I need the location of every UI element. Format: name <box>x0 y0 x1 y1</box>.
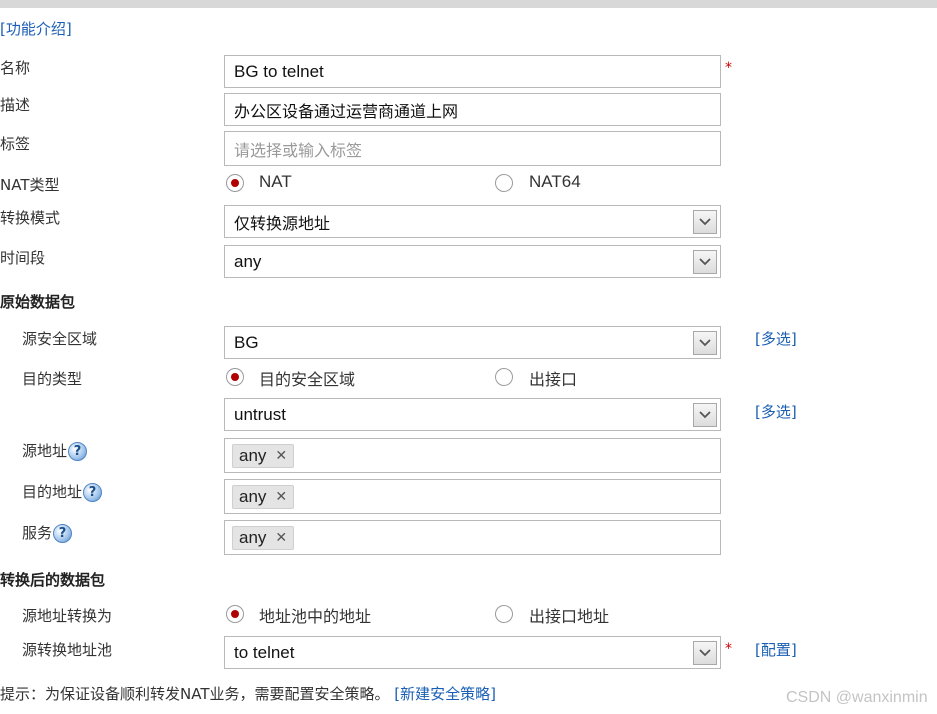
service-tag: any ✕ <box>232 525 295 550</box>
help-icon[interactable]: ? <box>68 442 88 461</box>
src-addr-tag-text: any <box>239 445 267 465</box>
nat-type-label: NAT类型 <box>0 176 60 194</box>
chevron-down-icon[interactable] <box>693 402 717 427</box>
service-tag-text: any <box>239 527 267 547</box>
radio-nat-label: NAT <box>259 172 292 191</box>
src-addr-tag: any ✕ <box>232 443 295 468</box>
mode-value: 仅转换源地址 <box>234 213 331 233</box>
translated-packet-heading: 转换后的数据包 <box>0 571 106 589</box>
required-marker: * <box>725 641 732 657</box>
time-value: any <box>234 251 262 271</box>
watermark: CSDN @wanxinmin <box>786 689 928 706</box>
desc-label: 描述 <box>0 96 31 114</box>
help-icon[interactable]: ? <box>83 483 103 502</box>
chevron-down-icon[interactable] <box>693 330 717 355</box>
radio-nat[interactable] <box>226 174 244 192</box>
intro-link[interactable]: [功能介绍] <box>0 18 72 39</box>
service-label: 服务 <box>22 524 53 542</box>
src-zone-value: BG <box>234 332 259 352</box>
remove-tag-icon[interactable]: ✕ <box>275 490 287 504</box>
help-icon[interactable]: ? <box>53 524 73 543</box>
dst-type-label: 目的类型 <box>22 370 83 388</box>
mode-label: 转换模式 <box>0 209 61 227</box>
tag-placeholder: 请选择或输入标签 <box>234 140 363 160</box>
footer-tip-wrap: 提示：为保证设备顺利转发NAT业务，需要配置安全策略。 [新建安全策略] <box>0 683 496 704</box>
src-zone-select[interactable]: BG <box>224 326 721 359</box>
chevron-down-icon[interactable] <box>693 249 717 274</box>
radio-pool-address[interactable] <box>226 605 244 623</box>
tag-label: 标签 <box>0 135 31 153</box>
service-input[interactable]: any ✕ <box>224 520 721 555</box>
name-label: 名称 <box>0 59 31 77</box>
mode-select[interactable]: 仅转换源地址 <box>224 205 721 238</box>
remove-tag-icon[interactable]: ✕ <box>275 449 287 463</box>
dst-addr-label-wrap: 目的地址? <box>22 481 103 502</box>
src-translate-label: 源地址转换为 <box>22 607 113 625</box>
radio-out-interface-label: 出接口 <box>529 370 578 389</box>
service-label-wrap: 服务? <box>22 522 73 543</box>
tag-input[interactable]: 请选择或输入标签 <box>224 131 721 166</box>
radio-pool-address-label: 地址池中的地址 <box>259 607 372 626</box>
original-packet-heading: 原始数据包 <box>0 293 76 311</box>
desc-value: 办公区设备通过运营商通道上网 <box>234 101 459 121</box>
required-marker: * <box>725 60 732 76</box>
radio-dst-zone[interactable] <box>226 368 244 386</box>
src-addr-label: 源地址 <box>22 442 68 460</box>
radio-out-interface[interactable] <box>495 368 513 386</box>
dst-addr-input[interactable]: any ✕ <box>224 479 721 514</box>
dst-zone-select[interactable]: untrust <box>224 398 721 431</box>
pool-label: 源转换地址池 <box>22 641 113 659</box>
radio-nat64-label: NAT64 <box>529 172 581 191</box>
dst-addr-tag-text: any <box>239 486 267 506</box>
radio-out-interface-address[interactable] <box>495 605 513 623</box>
dst-addr-label: 目的地址 <box>22 483 83 501</box>
src-addr-input[interactable]: any ✕ <box>224 438 721 473</box>
chevron-down-icon[interactable] <box>693 209 717 234</box>
radio-out-interface-address-label: 出接口地址 <box>529 607 610 626</box>
dst-zone-value: untrust <box>234 404 286 424</box>
dst-zone-multi-link[interactable]: [多选] <box>755 401 797 422</box>
radio-nat64[interactable] <box>495 174 513 192</box>
pool-value: to telnet <box>234 642 295 662</box>
src-zone-label: 源安全区域 <box>22 330 98 348</box>
name-value: BG to telnet <box>234 61 324 81</box>
src-zone-multi-link[interactable]: [多选] <box>755 328 797 349</box>
remove-tag-icon[interactable]: ✕ <box>275 531 287 545</box>
desc-input[interactable]: 办公区设备通过运营商通道上网 <box>224 93 721 126</box>
src-addr-label-wrap: 源地址? <box>22 440 88 461</box>
dst-addr-tag: any ✕ <box>232 484 295 509</box>
radio-dst-zone-label: 目的安全区域 <box>259 370 356 389</box>
footer-tip: 提示：为保证设备顺利转发NAT业务，需要配置安全策略。 <box>0 685 390 703</box>
chevron-down-icon[interactable] <box>693 640 717 665</box>
new-security-policy-link[interactable]: [新建安全策略] <box>394 685 496 703</box>
name-input[interactable]: BG to telnet <box>224 55 721 88</box>
pool-config-link[interactable]: [配置] <box>755 639 797 660</box>
time-label: 时间段 <box>0 249 46 267</box>
time-select[interactable]: any <box>224 245 721 278</box>
pool-select[interactable]: to telnet <box>224 636 721 669</box>
top-bar <box>0 0 937 8</box>
